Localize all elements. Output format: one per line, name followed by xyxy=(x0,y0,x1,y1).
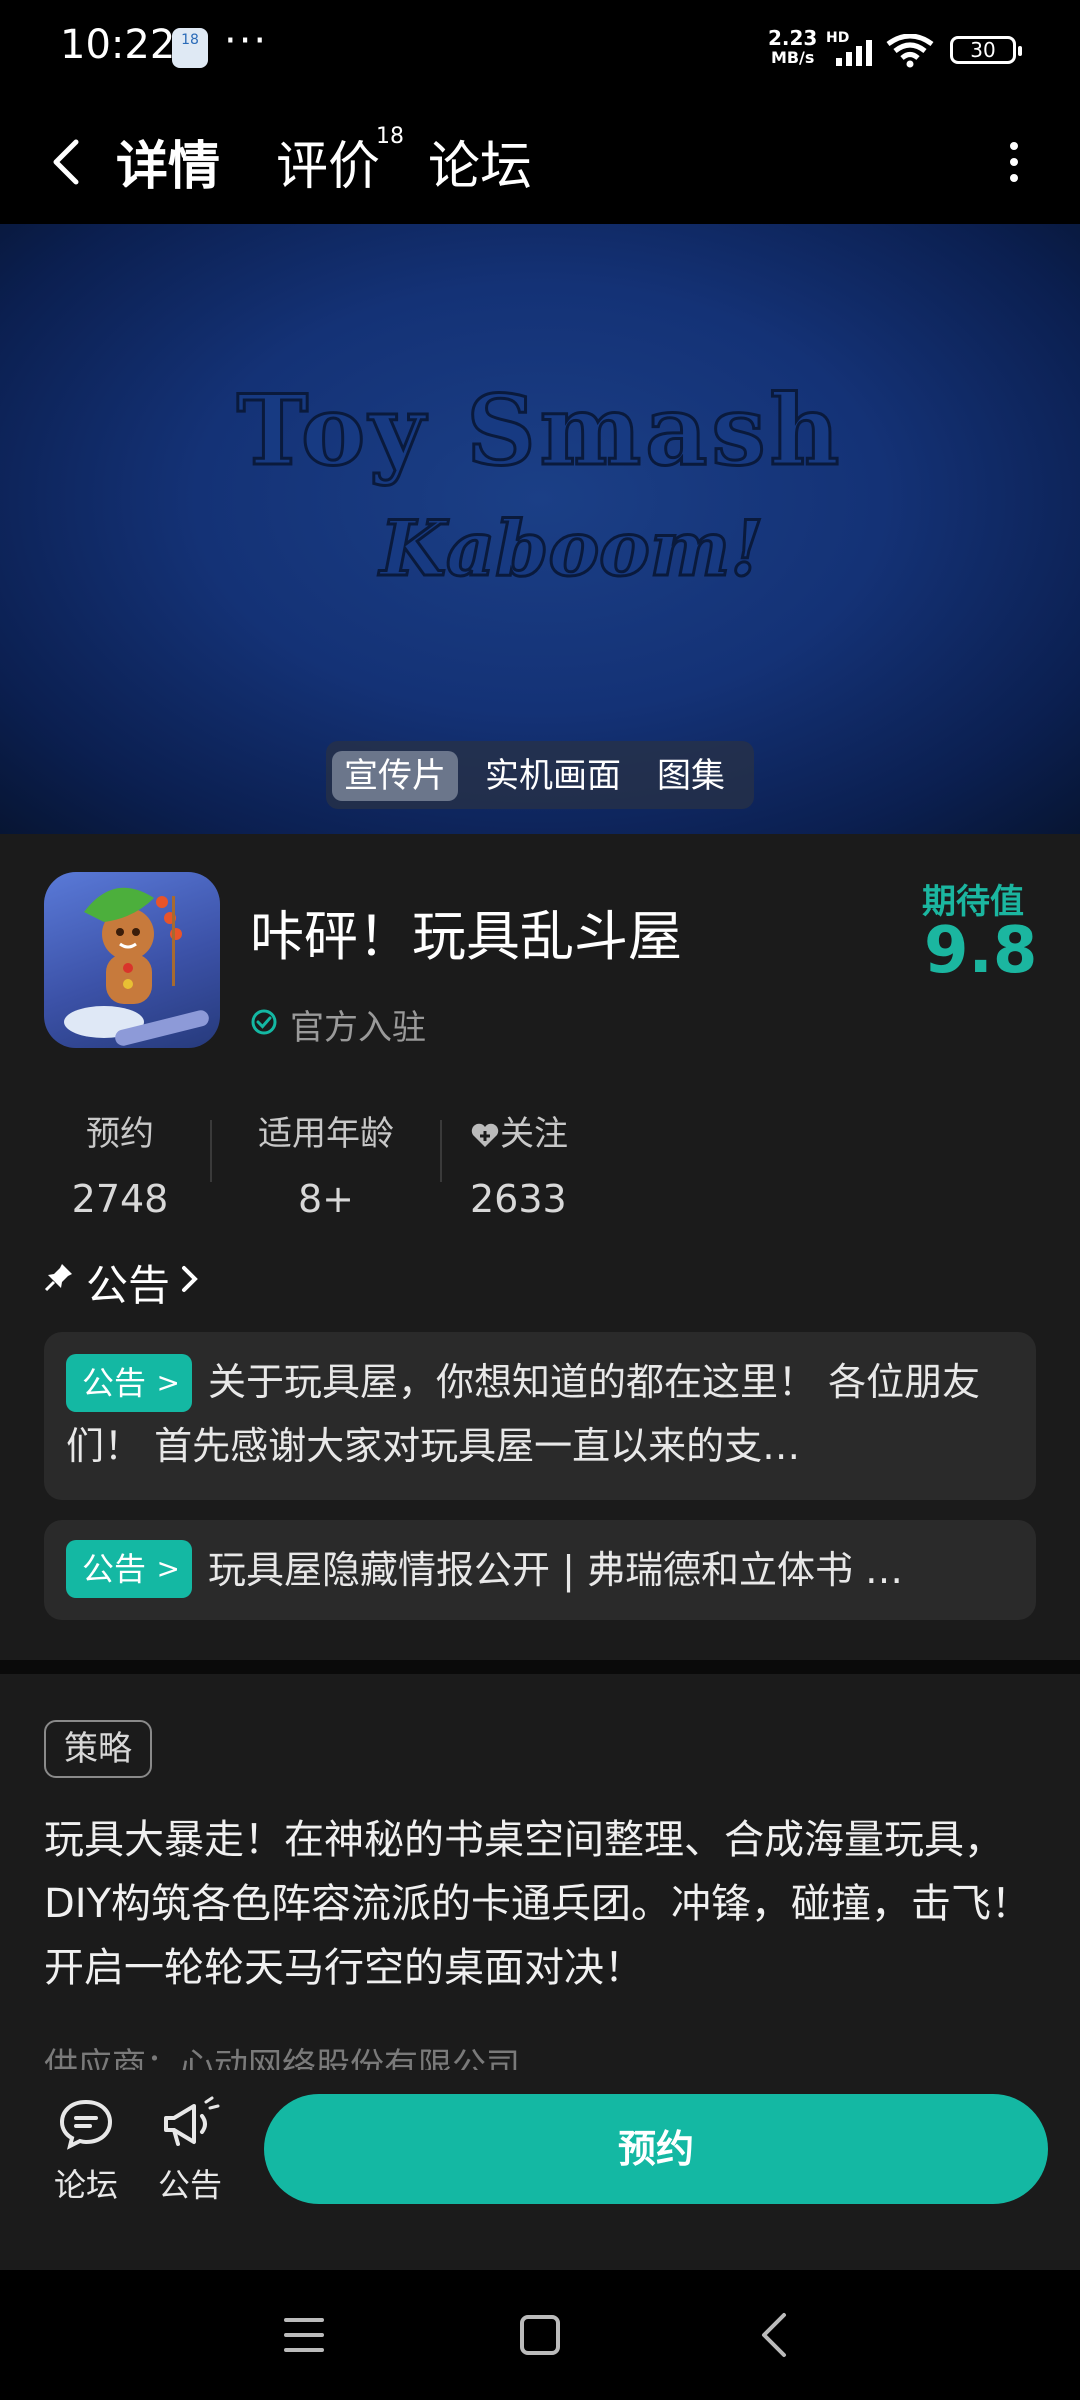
forum-button[interactable]: 论坛 xyxy=(50,2096,122,2206)
forum-chat-icon xyxy=(59,2099,113,2150)
tab-reviews[interactable]: 评价 18 xyxy=(276,124,404,199)
bottom-action-bar: 论坛 公告 预约 xyxy=(0,2070,1080,2270)
game-logo-title: Toy Smash xyxy=(235,373,844,489)
announcement-button[interactable]: 公告 xyxy=(154,2096,226,2206)
notice-text: 关于玩具屋，你想知道的都在这里！ 各位朋友们！ 首先感谢大家对玩具屋一直以来的支… xyxy=(66,1360,981,1468)
media-tab-trailer[interactable]: 宣传片 xyxy=(332,751,458,801)
back-arrow-icon[interactable] xyxy=(46,136,86,188)
megaphone-icon xyxy=(164,2096,220,2146)
divider xyxy=(440,1120,442,1182)
more-notifications-icon: ··· xyxy=(224,18,269,64)
media-tab-gameplay[interactable]: 实机画面 xyxy=(478,751,628,801)
status-time: 10:22 xyxy=(60,22,176,68)
verified-check-icon xyxy=(251,1009,277,1035)
app-info-section: 咔砰！玩具乱斗屋 官方入驻 期待值 9.8 预约 2748 适用年龄 8+ 关注… xyxy=(0,834,1080,1660)
system-nav-bar xyxy=(0,2270,1080,2400)
pin-icon xyxy=(44,1264,72,1292)
tab-detail[interactable]: 详情 xyxy=(114,124,223,199)
media-tab-switcher: 宣传片 实机画面 图集 xyxy=(326,741,754,809)
review-count: 18 xyxy=(376,124,404,149)
notice-badge: 公告 xyxy=(66,1540,192,1598)
description-section: 策略 玩具大暴走！在神秘的书桌空间整理、合成海量玩具，DIY构筑各色阵容流派的卡… xyxy=(0,1674,1080,2094)
app-icon[interactable] xyxy=(44,872,220,1048)
notice-text: 玩具屋隐藏情报公开 | 弗瑞德和立体书 … xyxy=(208,1548,904,1592)
stat-age-rating: 适用年龄 8+ xyxy=(258,1114,394,1221)
notice-card[interactable]: 公告 玩具屋隐藏情报公开 | 弗瑞德和立体书 … xyxy=(44,1520,1036,1620)
reserve-button[interactable]: 预约 xyxy=(264,2094,1048,2204)
heart-plus-icon xyxy=(471,1123,499,1147)
section-divider xyxy=(0,1660,1080,1674)
notification-app-icon: 18 xyxy=(172,28,208,68)
battery-icon: 30 xyxy=(950,36,1022,64)
signal-icon xyxy=(836,40,872,66)
status-bar: 10:22 18 ··· 2.23 MB/s HD 30 xyxy=(0,0,1080,100)
expectation-score: 9.8 xyxy=(924,914,1038,988)
network-speed: 2.23 MB/s xyxy=(768,26,818,67)
app-name: 咔砰！玩具乱斗屋 xyxy=(250,905,682,968)
media-tab-gallery[interactable]: 图集 xyxy=(646,751,736,801)
home-square-icon[interactable] xyxy=(518,2310,562,2360)
wifi-icon xyxy=(886,34,934,68)
more-vertical-icon[interactable] xyxy=(1000,138,1028,186)
back-nav-icon[interactable] xyxy=(756,2310,792,2360)
game-logo-subtitle: Kaboom! xyxy=(379,503,766,595)
notice-card[interactable]: 公告 关于玩具屋，你想知道的都在这里！ 各位朋友们！ 首先感谢大家对玩具屋一直以… xyxy=(44,1332,1036,1500)
divider xyxy=(210,1120,212,1182)
official-verified-label: 官方入驻 xyxy=(290,1008,426,1048)
menu-icon[interactable] xyxy=(284,2310,324,2360)
genre-tag[interactable]: 策略 xyxy=(44,1720,152,1778)
notice-section-title[interactable]: 公告 xyxy=(86,1252,170,1313)
stat-reservations: 预约 2748 xyxy=(71,1114,169,1221)
top-nav: 详情 评价 18 论坛 xyxy=(0,100,1080,224)
game-description: 玩具大暴走！在神秘的书桌空间整理、合成海量玩具，DIY构筑各色阵容流派的卡通兵团… xyxy=(44,1817,1032,1991)
chevron-right-icon[interactable] xyxy=(180,1264,200,1294)
stat-follows[interactable]: 关注 2633 xyxy=(470,1106,610,1221)
media-banner[interactable]: Toy Smash Kaboom! 宣传片 实机画面 图集 xyxy=(0,224,1080,834)
tab-forum[interactable]: 论坛 xyxy=(428,124,532,199)
